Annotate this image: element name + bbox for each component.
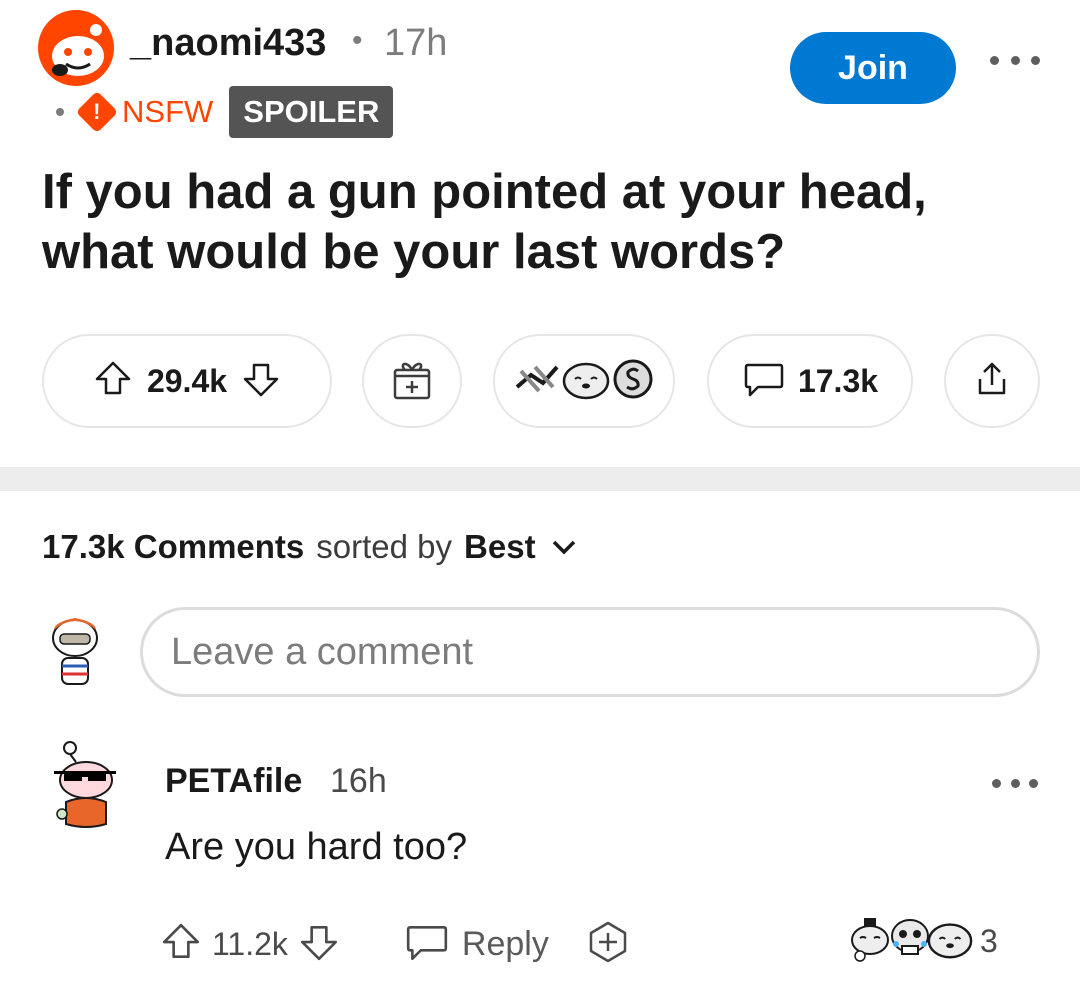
nsfw-label: NSFW bbox=[122, 94, 214, 129]
comment-body: Are you hard too? bbox=[165, 826, 468, 868]
post-title[interactable]: If you had a gun pointed at your head, w… bbox=[42, 162, 1042, 282]
seal-award-icon bbox=[926, 917, 974, 966]
comment-more-icon[interactable] bbox=[992, 772, 1038, 794]
downvote-icon[interactable] bbox=[241, 359, 281, 404]
seal-award-icon bbox=[561, 357, 611, 406]
spoiler-tag: SPOILER bbox=[229, 86, 394, 138]
current-user-avatar[interactable] bbox=[44, 612, 106, 695]
comment-score: 11.2k bbox=[212, 925, 288, 962]
chevron-down-icon[interactable] bbox=[550, 528, 578, 566]
nsfw-tag: ! NSFW bbox=[75, 90, 214, 134]
commenter-avatar[interactable] bbox=[48, 738, 124, 837]
comment-awards[interactable]: 3 bbox=[848, 914, 998, 969]
post-age: 17h bbox=[384, 22, 448, 64]
reply-label: Reply bbox=[461, 924, 549, 963]
comment-author[interactable]: PETAfile bbox=[165, 762, 302, 801]
comment-age: 16h bbox=[330, 762, 387, 800]
author-avatar[interactable] bbox=[38, 10, 114, 86]
comment-upvote-icon[interactable] bbox=[160, 921, 202, 968]
comments-sort-bar[interactable]: 17.3k Comments sorted by Best bbox=[42, 528, 578, 566]
vote-control: 29.4k bbox=[42, 334, 332, 428]
award-count: 3 bbox=[980, 923, 998, 959]
comment-input[interactable]: Leave a comment bbox=[140, 607, 1040, 697]
award-button[interactable] bbox=[362, 334, 462, 428]
comments-count-label: 17.3k Comments bbox=[42, 528, 305, 565]
silver-award-icon bbox=[611, 357, 655, 406]
nsfw-alert-icon: ! bbox=[75, 90, 119, 134]
reply-button[interactable]: Reply bbox=[404, 921, 549, 968]
share-button[interactable] bbox=[944, 334, 1040, 428]
comment-bubble-icon bbox=[742, 359, 786, 404]
comment-count: 17.3k bbox=[797, 362, 879, 399]
post-tags: ! NSFW SPOILER bbox=[56, 86, 394, 138]
sort-value[interactable]: Best bbox=[464, 528, 536, 566]
reply-bubble-icon bbox=[404, 921, 450, 968]
comment-actions: 11.2k Reply bbox=[160, 912, 631, 976]
meta-separator: • bbox=[352, 24, 363, 57]
post-more-icon[interactable] bbox=[990, 48, 1040, 72]
tag-separator-dot bbox=[56, 108, 64, 116]
comment-award-icon[interactable] bbox=[585, 919, 631, 970]
comment-downvote-icon[interactable] bbox=[298, 921, 340, 968]
awards-display[interactable] bbox=[493, 334, 675, 428]
gift-icon bbox=[389, 356, 435, 407]
post-score: 29.4k bbox=[146, 362, 228, 399]
post-author[interactable]: _naomi433 bbox=[130, 22, 326, 65]
handshake-award-icon bbox=[513, 357, 561, 406]
upvote-icon[interactable] bbox=[93, 359, 133, 404]
sorted-by-label: sorted by bbox=[316, 528, 453, 565]
section-divider bbox=[0, 467, 1080, 491]
comments-button[interactable]: 17.3k bbox=[707, 334, 913, 428]
join-button[interactable]: Join bbox=[790, 32, 956, 104]
share-icon bbox=[972, 359, 1012, 404]
